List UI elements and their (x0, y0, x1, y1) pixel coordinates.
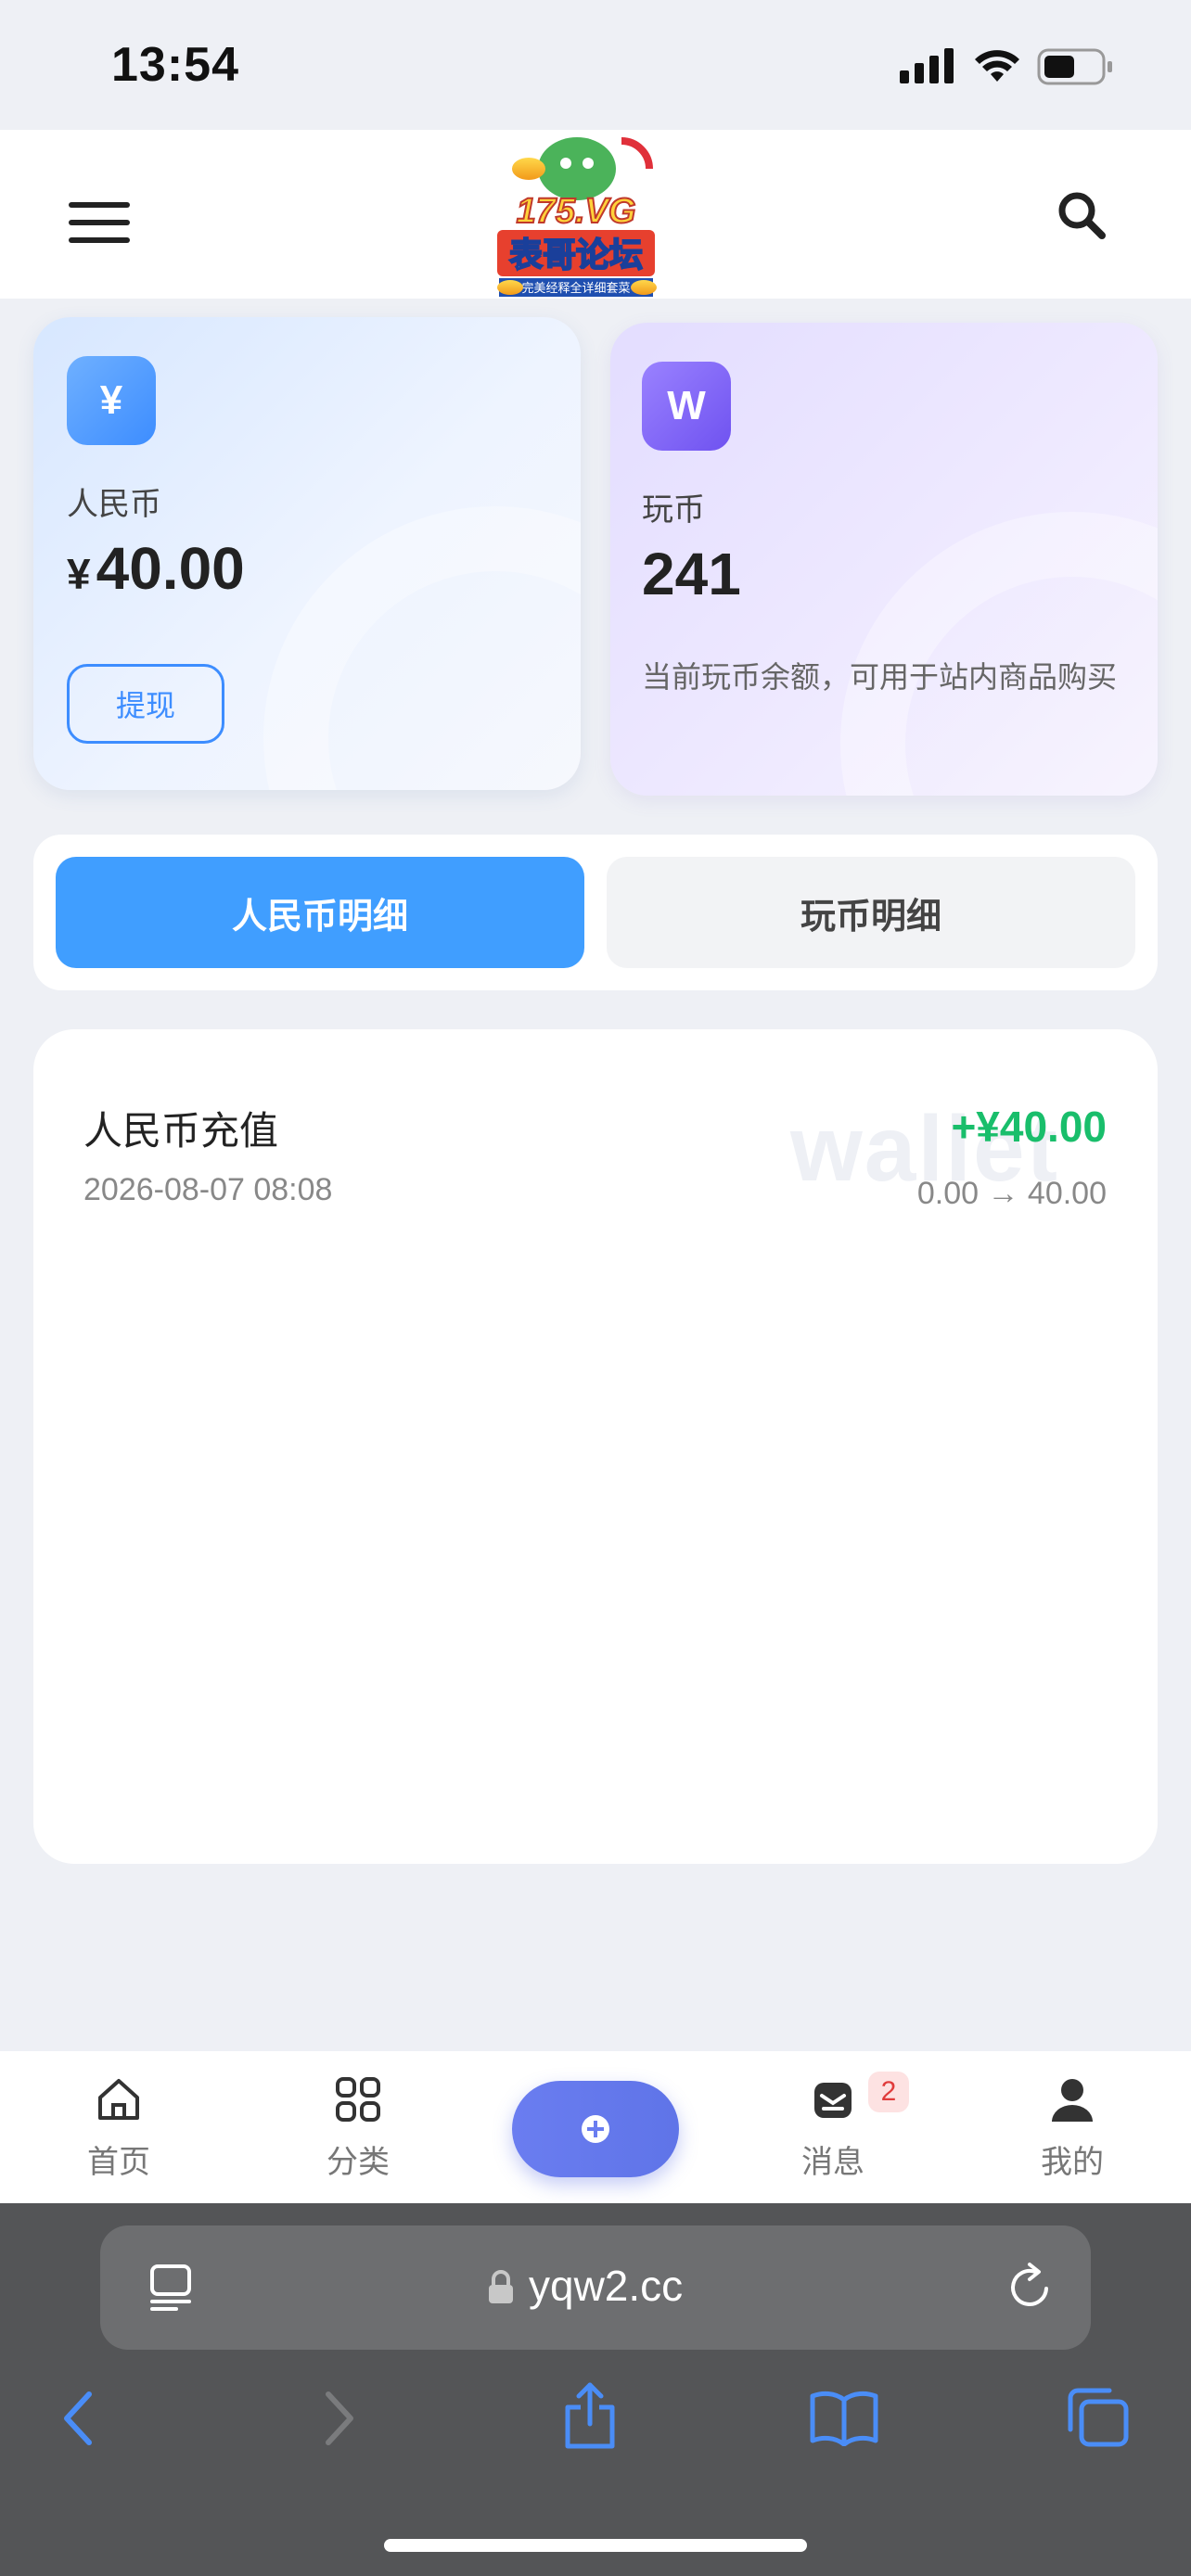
currency-symbol: ¥ (67, 550, 91, 598)
user-icon (1052, 2079, 1093, 2122)
signal-bars-icon (900, 48, 954, 83)
grid-icon (336, 2077, 380, 2122)
post-button[interactable] (512, 2081, 679, 2177)
transaction-amount: +¥40.00 (951, 1103, 1107, 1151)
battery-icon (1037, 48, 1112, 85)
status-time: 13:54 (111, 38, 239, 92)
site-logo[interactable]: 175.VG 表哥论坛 完美经释全详细套菜 (492, 132, 660, 299)
hamburger-menu-icon[interactable] (69, 202, 130, 243)
withdraw-button[interactable]: 提现 (67, 664, 224, 744)
wanbi-icon: W (642, 362, 731, 451)
wifi-icon (975, 50, 1019, 82)
nav-messages-label: 消息 (801, 2145, 864, 2180)
message-count-badge: 2 (868, 2072, 909, 2112)
svg-text:175.VG: 175.VG (517, 192, 636, 231)
home-indicator (384, 2539, 807, 2552)
forward-icon[interactable] (321, 2389, 358, 2448)
nav-profile[interactable]: 我的 (998, 2073, 1146, 2182)
plus-circle-icon (582, 2115, 609, 2143)
nav-home[interactable]: 首页 (45, 2073, 193, 2182)
nav-home-label: 首页 (87, 2145, 150, 2180)
back-icon[interactable] (59, 2389, 96, 2448)
bookmarks-icon[interactable] (809, 2389, 879, 2446)
search-icon[interactable] (1056, 189, 1108, 241)
tabs-icon[interactable] (1065, 2387, 1130, 2448)
nav-profile-label: 我的 (1041, 2145, 1104, 2180)
svg-text:完美经释全详细套菜: 完美经释全详细套菜 (521, 281, 630, 296)
transaction-balance-change: 0.00 → 40.00 (916, 1176, 1107, 1211)
nav-category[interactable]: 分类 (284, 2073, 432, 2182)
url-text[interactable]: yqw2.cc (529, 2261, 683, 2311)
mail-icon (814, 2083, 852, 2118)
wanbi-label: 玩币 (642, 492, 705, 528)
lock-icon (489, 2270, 513, 2303)
yuan-icon: ¥ (67, 356, 156, 445)
rmb-label: 人民币 (67, 487, 161, 522)
share-icon[interactable] (560, 2381, 620, 2452)
transaction-title: 人民币充值 (83, 1109, 279, 1153)
wanbi-description: 当前玩币余额，可用于站内商品购买 (642, 660, 1118, 694)
nav-category-label: 分类 (327, 2145, 390, 2180)
wanbi-amount: 241 (642, 541, 741, 607)
tab-rmb-detail[interactable]: 人民币明细 (56, 857, 584, 968)
reload-icon[interactable] (1004, 2261, 1056, 2313)
rmb-amount-value: 40.00 (96, 535, 245, 602)
transaction-date: 2026-08-07 08:08 (83, 1172, 333, 1207)
reader-icon[interactable] (148, 2263, 193, 2313)
svg-text:表哥论坛: 表哥论坛 (509, 236, 643, 274)
home-icon (98, 2079, 139, 2120)
rmb-amount: ¥40.00 (67, 534, 245, 603)
tab-wanbi-detail[interactable]: 玩币明细 (607, 857, 1135, 968)
